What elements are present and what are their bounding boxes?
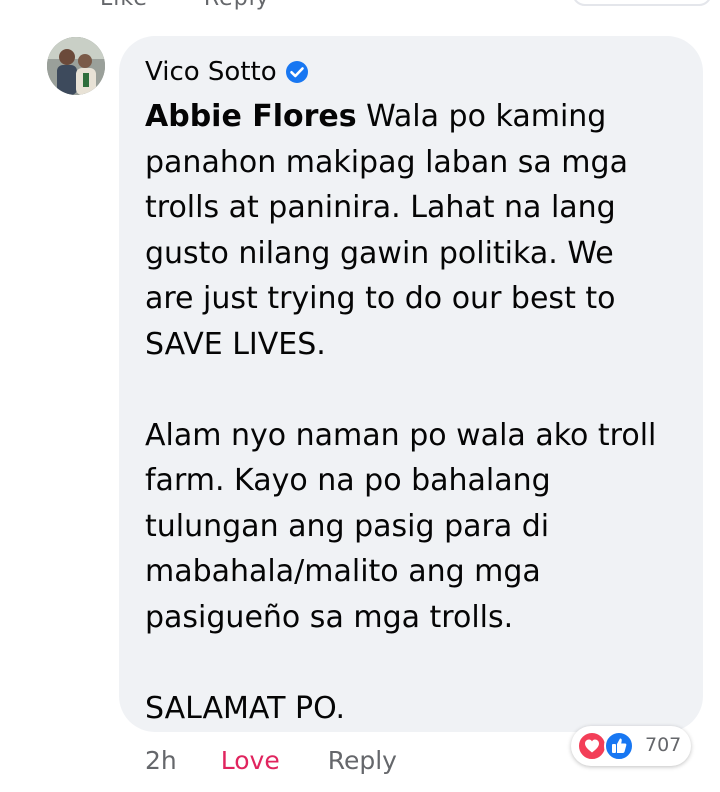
author-name[interactable]: Vico Sotto [145, 57, 277, 87]
avatar[interactable] [47, 37, 105, 95]
previous-like-link[interactable]: Like [100, 0, 148, 11]
reply-button[interactable]: Reply [328, 746, 397, 775]
heart-icon [577, 731, 607, 761]
like-icon [604, 731, 634, 761]
previous-reaction-pill[interactable] [572, 0, 712, 6]
mention-link[interactable]: Abbie Flores [145, 99, 357, 134]
comment-meta-row: 2h Love Reply [145, 740, 397, 780]
comment-author-row: Vico Sotto [145, 52, 309, 92]
reaction-summary[interactable]: 707 [571, 726, 691, 766]
reaction-count: 707 [645, 734, 682, 756]
comment-timestamp[interactable]: 2h [145, 746, 177, 775]
verified-badge-icon [285, 61, 308, 83]
previous-reply-link[interactable]: Reply [204, 0, 270, 11]
comment-text: Abbie Flores Wala po kaming panahon maki… [145, 94, 693, 731]
comment-body: Wala po kaming panahon makipag laban sa … [145, 99, 657, 726]
previous-comment-actions: Like Reply [100, 0, 318, 11]
avatar-photo [47, 37, 105, 95]
previous-comment-footer: Like Reply [0, 0, 720, 14]
love-reaction-button[interactable]: Love [221, 746, 280, 775]
